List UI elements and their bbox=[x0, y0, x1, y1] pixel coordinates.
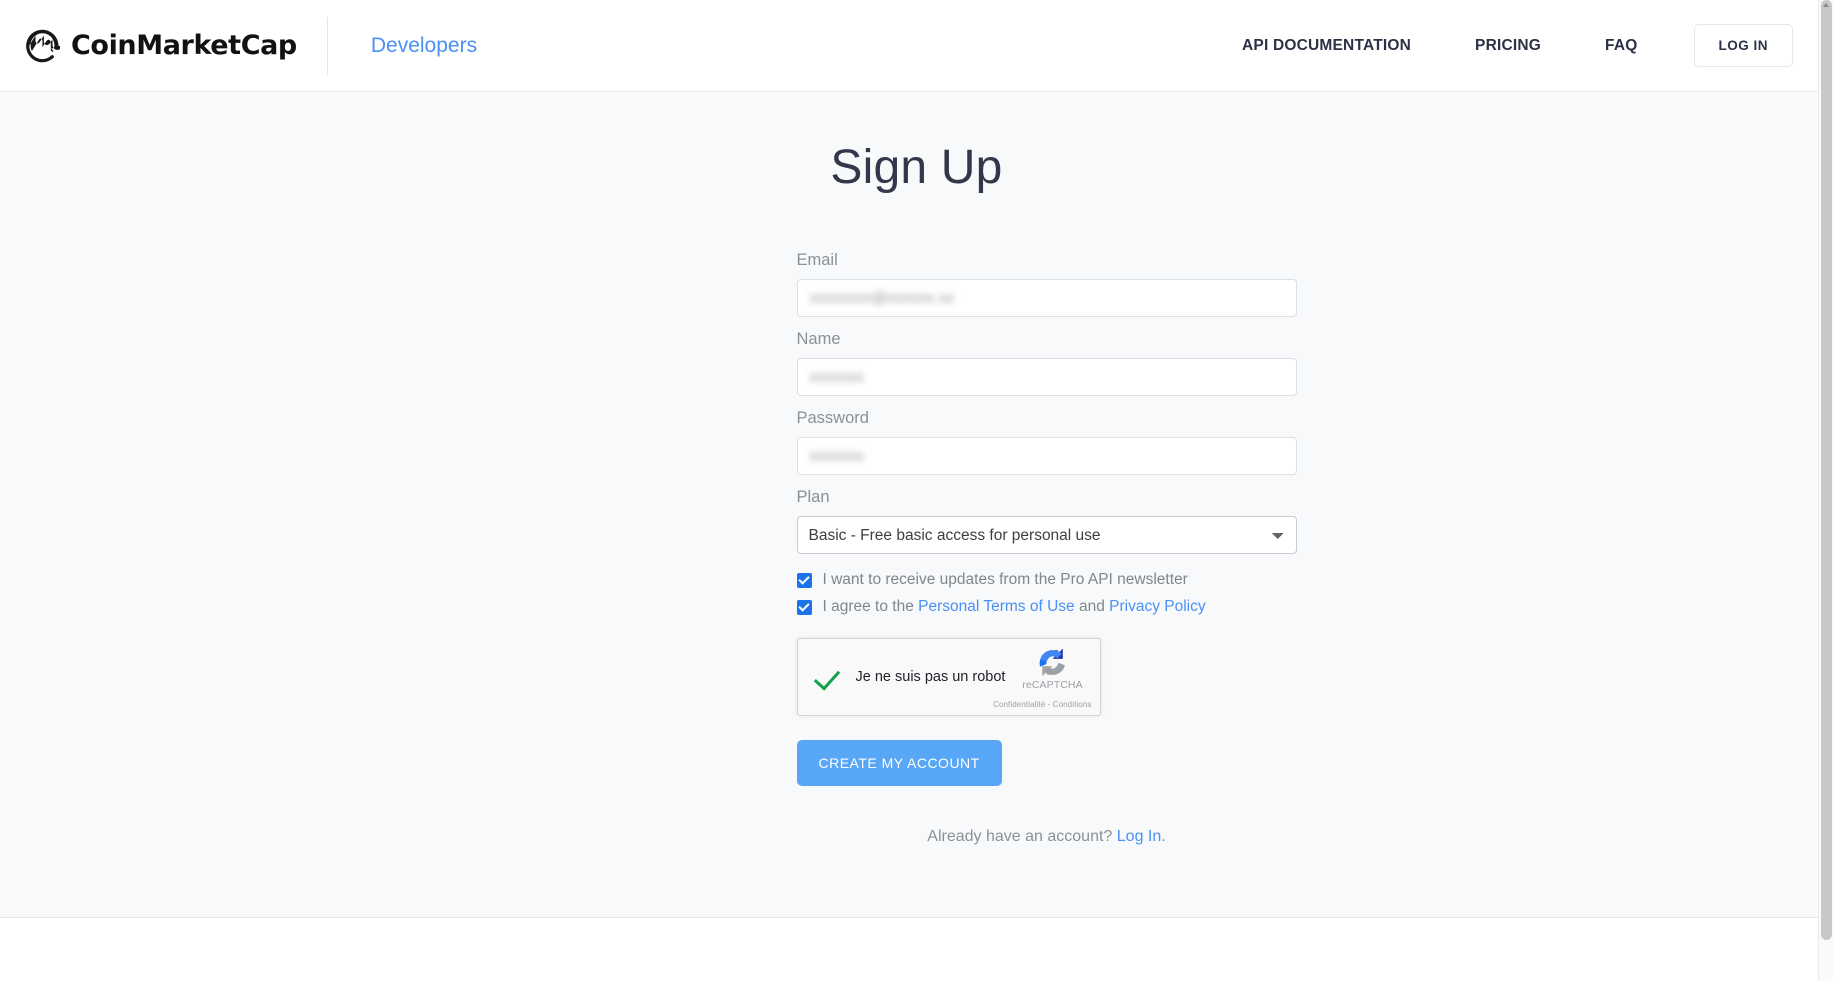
password-label: Password bbox=[796, 409, 869, 427]
nav-api-documentation[interactable]: API DOCUMENTATION bbox=[1210, 37, 1443, 55]
page-scrollbar[interactable] bbox=[1818, 0, 1833, 981]
scrollbar-thumb[interactable] bbox=[1821, 0, 1832, 940]
newsletter-checkbox-row[interactable]: I want to receive updates from the Pro A… bbox=[796, 571, 1297, 589]
developers-link[interactable]: Developers bbox=[371, 34, 477, 58]
password-field-group: Password xxxxxxx bbox=[796, 409, 1297, 475]
nav-pricing[interactable]: PRICING bbox=[1443, 37, 1573, 55]
header-divider bbox=[326, 16, 328, 75]
newsletter-checkbox-label: I want to receive updates from the Pro A… bbox=[822, 571, 1188, 588]
signup-form: Email xxxxxxxx@xxxxxx.xx Name xxxxxxx Pa… bbox=[796, 195, 1297, 846]
terms-checkbox-row[interactable]: I agree to the Personal Terms of Use and… bbox=[796, 598, 1297, 616]
recaptcha-widget[interactable]: Je ne suis pas un robot reCAPTCHA Confid… bbox=[796, 638, 1101, 716]
footer-area bbox=[0, 918, 1833, 980]
personal-terms-of-use-link[interactable]: Personal Terms of Use bbox=[918, 598, 1075, 615]
recaptcha-logo-icon bbox=[1039, 648, 1065, 677]
signup-page: CoinMarketCap Developers API DOCUMENTATI… bbox=[0, 0, 1833, 981]
recaptcha-label: Je ne suis pas un robot bbox=[855, 669, 1006, 685]
terms-checkbox-label: I agree to the Personal Terms of Use and… bbox=[823, 598, 1206, 616]
email-field-group: Email xxxxxxxx@xxxxxx.xx bbox=[796, 251, 1297, 317]
email-label: Email bbox=[796, 251, 838, 269]
already-have-account-text: Already have an account? bbox=[927, 828, 1117, 845]
name-input[interactable] bbox=[796, 358, 1297, 396]
plan-field-group: Plan Basic - Free basic access for perso… bbox=[796, 488, 1297, 554]
brand[interactable]: CoinMarketCap bbox=[14, 0, 327, 91]
page-title: Sign Up bbox=[830, 141, 1003, 194]
name-field-group: Name xxxxxxx bbox=[796, 330, 1297, 396]
green-check-icon bbox=[814, 663, 842, 691]
coinmarketcap-logo-icon bbox=[26, 29, 60, 62]
newsletter-checkbox[interactable] bbox=[796, 572, 812, 588]
log-in-button[interactable]: LOG IN bbox=[1693, 24, 1793, 67]
recaptcha-legal-text: Confidentialité - Conditions bbox=[993, 700, 1092, 709]
name-label: Name bbox=[796, 330, 841, 348]
site-header: CoinMarketCap Developers API DOCUMENTATI… bbox=[0, 0, 1833, 92]
already-have-account: Already have an account? Log In. bbox=[797, 828, 1297, 846]
scroll-up-arrow-icon[interactable] bbox=[1823, 3, 1829, 7]
recaptcha-brand-name: reCAPTCHA bbox=[1022, 679, 1083, 691]
password-input-wrap: xxxxxxx bbox=[796, 437, 1297, 475]
password-input[interactable] bbox=[796, 437, 1297, 475]
log-in-link[interactable]: Log In. bbox=[1117, 828, 1166, 845]
terms-label-prefix: I agree to the bbox=[822, 598, 919, 615]
plan-label: Plan bbox=[796, 488, 830, 506]
email-input-wrap: xxxxxxxx@xxxxxx.xx bbox=[796, 279, 1297, 317]
create-my-account-button[interactable]: CREATE MY ACCOUNT bbox=[796, 740, 1002, 786]
brand-name: CoinMarketCap bbox=[71, 30, 297, 61]
terms-label-middle: and bbox=[1074, 598, 1110, 615]
nav-faq[interactable]: FAQ bbox=[1573, 37, 1669, 55]
name-input-wrap: xxxxxxx bbox=[796, 358, 1297, 396]
email-input[interactable] bbox=[796, 279, 1297, 317]
main-content: Sign Up Email xxxxxxxx@xxxxxx.xx Name xx… bbox=[0, 92, 1833, 918]
plan-select[interactable]: Basic - Free basic access for personal u… bbox=[796, 516, 1297, 554]
recaptcha-brand: reCAPTCHA bbox=[1016, 646, 1090, 692]
header-nav: API DOCUMENTATION PRICING FAQ LOG IN bbox=[1210, 24, 1793, 67]
privacy-policy-link[interactable]: Privacy Policy bbox=[1109, 598, 1205, 615]
terms-checkbox[interactable] bbox=[796, 599, 812, 615]
